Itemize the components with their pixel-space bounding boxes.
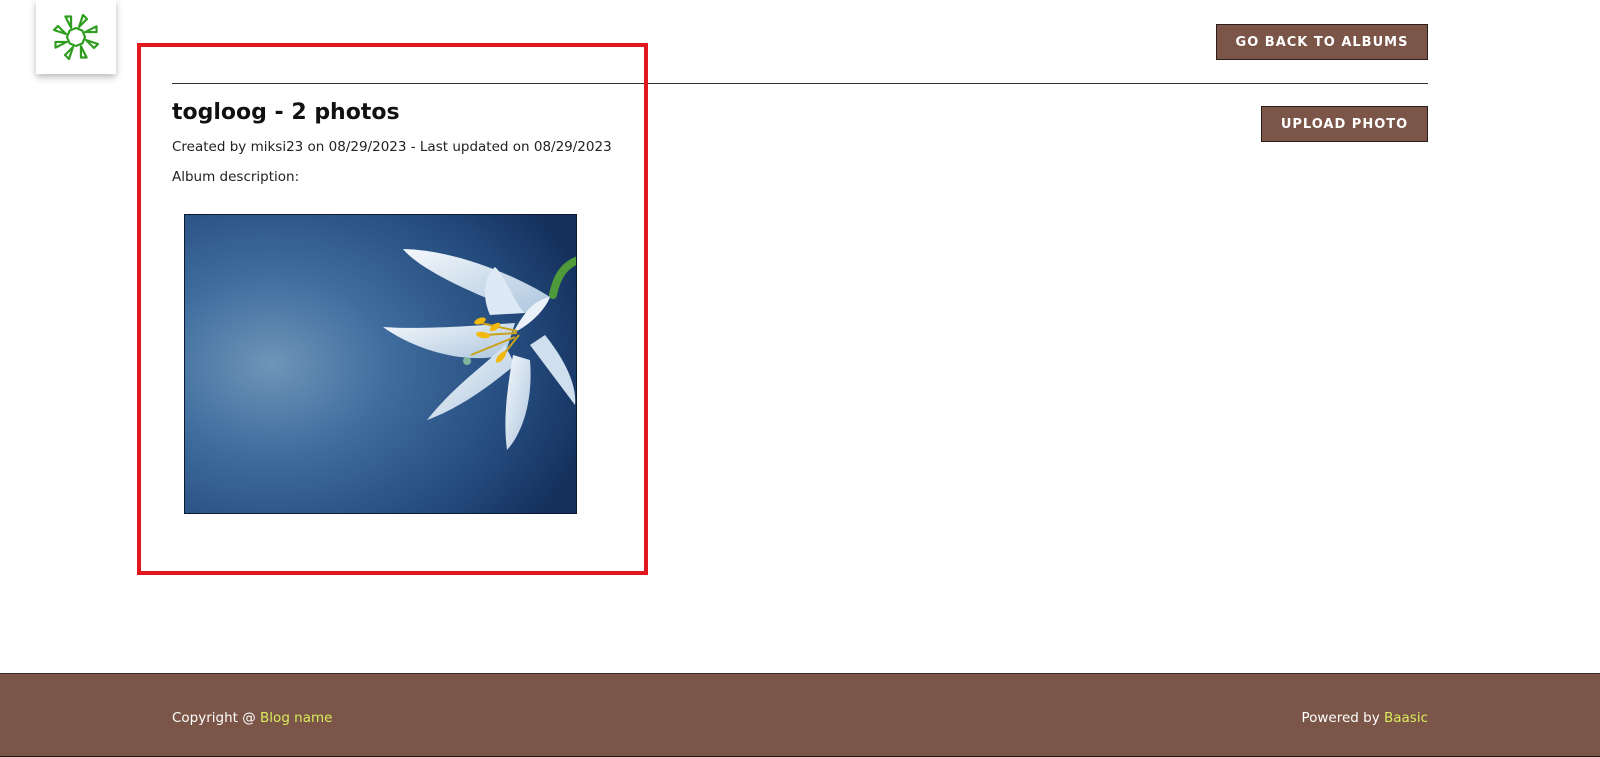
footer-copyright: Copyright @ Blog name <box>172 710 332 726</box>
album-photo-thumbnail[interactable] <box>184 214 577 514</box>
blog-name-link[interactable]: Blog name <box>260 710 332 726</box>
logo[interactable] <box>36 0 116 74</box>
header-divider <box>172 83 1428 84</box>
powered-prefix: Powered by <box>1301 710 1384 726</box>
lily-flower-photo <box>185 215 576 513</box>
album-title: togloog - 2 photos <box>172 100 400 125</box>
sun-logo-icon <box>51 12 101 62</box>
baasic-link[interactable]: Baasic <box>1384 710 1428 726</box>
copyright-prefix: Copyright @ <box>172 710 261 726</box>
album-meta: Created by miksi23 on 08/29/2023 - Last … <box>172 139 612 155</box>
page: GO BACK TO ALBUMS UPLOAD PHOTO togloog -… <box>0 0 1600 757</box>
album-description-label: Album description: <box>172 169 300 185</box>
upload-photo-button[interactable]: UPLOAD PHOTO <box>1261 106 1428 142</box>
footer-powered-by: Powered by Baasic <box>1301 710 1428 726</box>
go-back-to-albums-button[interactable]: GO BACK TO ALBUMS <box>1216 24 1428 60</box>
footer: Copyright @ Blog name Powered by Baasic <box>0 673 1600 757</box>
